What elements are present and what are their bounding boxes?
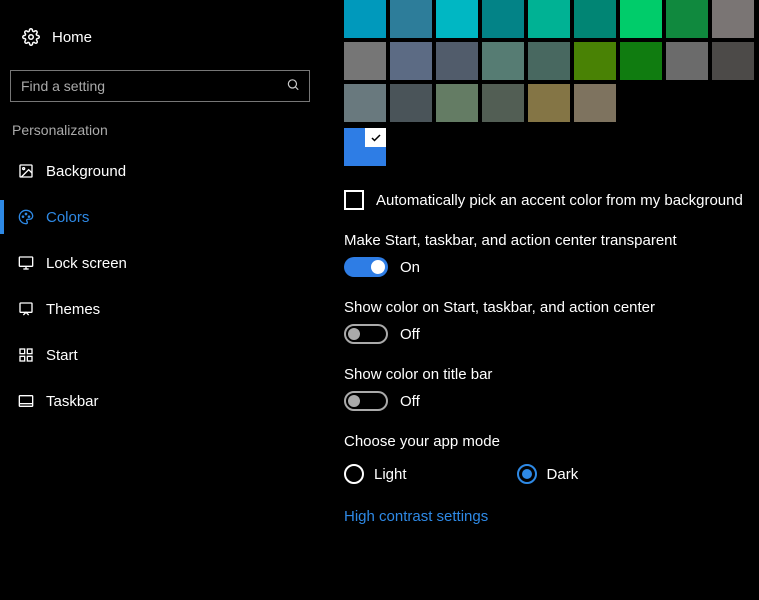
radio-circle [344, 464, 364, 484]
home-label: Home [52, 29, 92, 46]
color-swatch[interactable] [436, 84, 478, 122]
show-color-start-toggle-row: Off [344, 324, 759, 344]
color-swatch[interactable] [390, 84, 432, 122]
color-swatch[interactable] [620, 42, 662, 80]
home-button[interactable]: Home [0, 18, 320, 56]
main-content: Automatically pick an accent color from … [344, 0, 759, 545]
sidebar-item-background[interactable]: Background [0, 148, 320, 194]
gear-icon [22, 28, 48, 46]
app-mode-light[interactable]: Light [344, 464, 407, 484]
color-swatch[interactable] [344, 42, 386, 80]
color-swatch[interactable] [390, 0, 432, 38]
transparent-label: Make Start, taskbar, and action center t… [344, 232, 759, 249]
radio-label: Dark [547, 466, 579, 483]
auto-pick-checkbox[interactable]: Automatically pick an accent color from … [344, 190, 759, 210]
nav-label: Themes [46, 301, 100, 318]
nav-list: Background Colors Lock screen Themes Sta… [0, 148, 320, 424]
show-color-start-label: Show color on Start, taskbar, and action… [344, 299, 759, 316]
color-swatch[interactable] [528, 0, 570, 38]
image-icon [18, 163, 46, 179]
color-swatch[interactable] [574, 42, 616, 80]
nav-label: Background [46, 163, 126, 180]
transparent-toggle[interactable] [344, 257, 388, 277]
brush-icon [18, 301, 46, 317]
show-color-title-toggle-row: Off [344, 391, 759, 411]
show-color-title-toggle[interactable] [344, 391, 388, 411]
color-swatch[interactable] [574, 0, 616, 38]
color-swatch[interactable] [528, 42, 570, 80]
palette-icon [18, 209, 46, 225]
nav-label: Lock screen [46, 255, 127, 272]
search-icon [286, 78, 300, 95]
radio-circle [517, 464, 537, 484]
color-swatch[interactable] [344, 0, 386, 38]
app-mode-radio-group: Light Dark [344, 464, 759, 484]
color-swatch[interactable] [482, 42, 524, 80]
sidebar-item-taskbar[interactable]: Taskbar [0, 378, 320, 424]
nav-label: Taskbar [46, 393, 99, 410]
color-swatch[interactable] [666, 0, 708, 38]
show-color-title-state: Off [400, 393, 420, 410]
nav-label: Start [46, 347, 78, 364]
color-swatch[interactable] [482, 84, 524, 122]
show-color-title-label: Show color on title bar [344, 366, 759, 383]
checkbox-box [344, 190, 364, 210]
app-mode-dark[interactable]: Dark [517, 464, 579, 484]
checkmark-overlay [365, 128, 386, 147]
show-color-start-toggle[interactable] [344, 324, 388, 344]
selected-swatch-row [344, 128, 759, 166]
color-swatch[interactable] [344, 84, 386, 122]
color-swatch[interactable] [620, 0, 662, 38]
color-swatch[interactable] [528, 84, 570, 122]
auto-pick-label: Automatically pick an accent color from … [376, 192, 743, 209]
selected-accent-swatch[interactable] [344, 128, 386, 166]
color-swatch[interactable] [390, 42, 432, 80]
search-container [10, 70, 310, 102]
settings-sidebar: Home Personalization Background Colors [0, 0, 320, 600]
nav-label: Colors [46, 209, 89, 226]
sidebar-item-start[interactable]: Start [0, 332, 320, 378]
category-label: Personalization [12, 122, 320, 138]
app-mode-label: Choose your app mode [344, 433, 759, 450]
high-contrast-link[interactable]: High contrast settings [344, 508, 488, 525]
color-swatch[interactable] [666, 42, 708, 80]
color-swatch[interactable] [436, 0, 478, 38]
sidebar-item-lock-screen[interactable]: Lock screen [0, 240, 320, 286]
transparent-toggle-row: On [344, 257, 759, 277]
monitor-icon [18, 255, 46, 271]
grid-icon [18, 347, 46, 363]
radio-label: Light [374, 466, 407, 483]
color-swatch[interactable] [482, 0, 524, 38]
sidebar-item-themes[interactable]: Themes [0, 286, 320, 332]
color-swatch[interactable] [436, 42, 478, 80]
color-palette [344, 0, 759, 122]
color-swatch[interactable] [712, 42, 754, 80]
color-swatch[interactable] [574, 84, 616, 122]
taskbar-icon [18, 393, 46, 409]
color-swatch[interactable] [712, 0, 754, 38]
show-color-start-state: Off [400, 326, 420, 343]
sidebar-item-colors[interactable]: Colors [0, 194, 320, 240]
transparent-state: On [400, 259, 420, 276]
search-input[interactable] [10, 70, 310, 102]
